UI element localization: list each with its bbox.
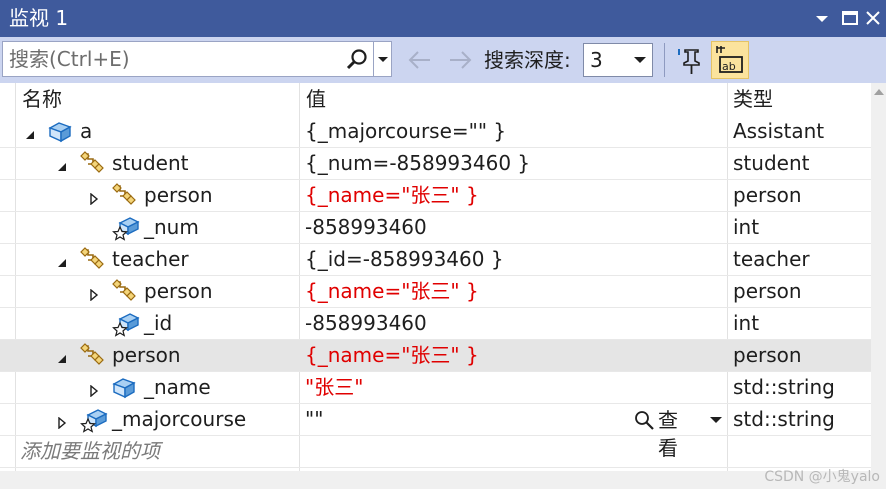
chevron-down-icon [634,57,646,63]
base-class-icon [80,343,108,369]
row-type: person [733,343,802,367]
watch-window: 监视 1 搜索深度: 3 [0,0,886,489]
watch-row[interactable]: teacher {_id=-858993460 } teacher [0,244,871,276]
watch-row[interactable]: person {_name="张三" } person [0,180,871,212]
search-depth-label: 搜索深度: [484,48,571,72]
row-value[interactable]: {_name="张三" } [305,180,479,211]
row-name: _num [144,215,199,239]
class-object-icon [48,119,76,145]
row-type: student [733,151,810,175]
watch-row[interactable]: _name "张三" std::string [0,372,871,404]
search-options-dropdown[interactable] [373,42,393,76]
row-type: int [733,215,760,239]
collapse-arrow-icon[interactable] [56,350,68,363]
row-name: person [112,343,181,367]
watch-row[interactable]: a {_majorcourse="" } Assistant [0,116,871,148]
close-button[interactable] [863,8,883,28]
row-name: student [112,151,189,175]
row-value[interactable]: "" [305,404,323,435]
protected-field-icon [112,311,140,337]
column-header-value[interactable]: 值 [306,83,326,116]
back-arrow-icon[interactable] [406,47,434,73]
expand-arrow-icon[interactable] [56,414,68,430]
row-type: int [733,311,760,335]
row-type: std::string [733,375,835,399]
row-name: _majorcourse [112,407,247,431]
collapse-arrow-icon[interactable] [56,158,68,171]
collapse-arrow-icon[interactable] [24,126,36,139]
title-bar: 监视 1 [0,0,886,37]
watch-row[interactable]: _id -858993460 int [0,308,871,340]
collapse-arrow-icon[interactable] [56,254,68,267]
row-value[interactable]: {_majorcourse="" } [305,116,506,147]
window-title: 监视 1 [9,6,69,30]
class-object-icon [112,375,140,401]
forward-arrow-icon[interactable] [446,47,474,73]
toolbar: 搜索深度: 3 ab [0,37,886,83]
base-class-icon [112,183,140,209]
search-depth-select[interactable]: 3 [583,43,653,77]
add-watch-row[interactable]: 添加要监视的项 [0,436,871,468]
svg-text:ab: ab [722,60,736,73]
row-name: a [80,119,93,143]
search-input[interactable] [9,46,339,72]
row-value[interactable]: {_id=-858993460 } [305,244,504,275]
watch-row[interactable]: person {_name="张三" } person [0,276,871,308]
row-value[interactable]: {_num=-858993460 } [305,148,530,179]
watch-grid: 名称 值 类型 a {_majorcourse="" } Assistant s… [0,83,871,471]
maximize-button[interactable] [840,8,860,28]
expand-arrow-icon[interactable] [88,382,100,398]
row-type: teacher [733,247,810,271]
horizontal-scrollbar[interactable] [0,471,886,489]
row-value[interactable]: "张三" [305,372,363,403]
search-icon[interactable] [345,48,369,72]
base-class-icon [112,279,140,305]
watch-row[interactable]: student {_num=-858993460 } student [0,148,871,180]
row-name: teacher [112,247,189,271]
row-type: Assistant [733,119,825,143]
row-name: _name [144,375,211,399]
row-name: person [144,183,213,207]
column-header-type[interactable]: 类型 [733,83,773,116]
watch-row-selected[interactable]: person {_name="张三" } person [0,340,871,372]
chevron-down-icon[interactable] [710,417,722,423]
protected-field-icon [112,215,140,241]
vertical-scrollbar[interactable] [871,83,886,471]
column-header-name[interactable]: 名称 [22,83,62,116]
row-type: std::string [733,407,835,431]
grid-header: 名称 值 类型 [0,83,871,116]
row-value[interactable]: {_name="张三" } [305,276,479,307]
row-type: person [733,279,802,303]
hex-display-toggle-icon[interactable]: ab [711,41,749,79]
row-value[interactable]: -858993460 [305,308,427,339]
scroll-up-arrow-icon[interactable] [874,89,884,95]
row-name: person [144,279,213,303]
toolbar-divider [664,43,665,77]
row-value[interactable]: {_name="张三" } [305,340,479,371]
row-value[interactable]: -858993460 [305,212,427,243]
pin-icon[interactable] [676,44,706,76]
watermark-text: CSDN @小鬼yalo [764,469,880,485]
base-class-icon [80,247,108,273]
row-name: _id [144,311,173,335]
expand-arrow-icon[interactable] [88,190,100,206]
watch-row[interactable]: _majorcourse "" 查看 std::string [0,404,871,460]
search-depth-value: 3 [590,48,603,72]
watch-row[interactable]: _num -858993460 int [0,212,871,244]
search-box[interactable] [2,41,392,77]
magnifier-icon [634,410,656,432]
expand-arrow-icon[interactable] [88,286,100,302]
base-class-icon [80,151,108,177]
add-watch-placeholder[interactable]: 添加要监视的项 [20,436,160,467]
row-type: person [733,183,802,207]
window-menu-button[interactable] [812,8,832,28]
protected-field-icon [80,407,108,433]
